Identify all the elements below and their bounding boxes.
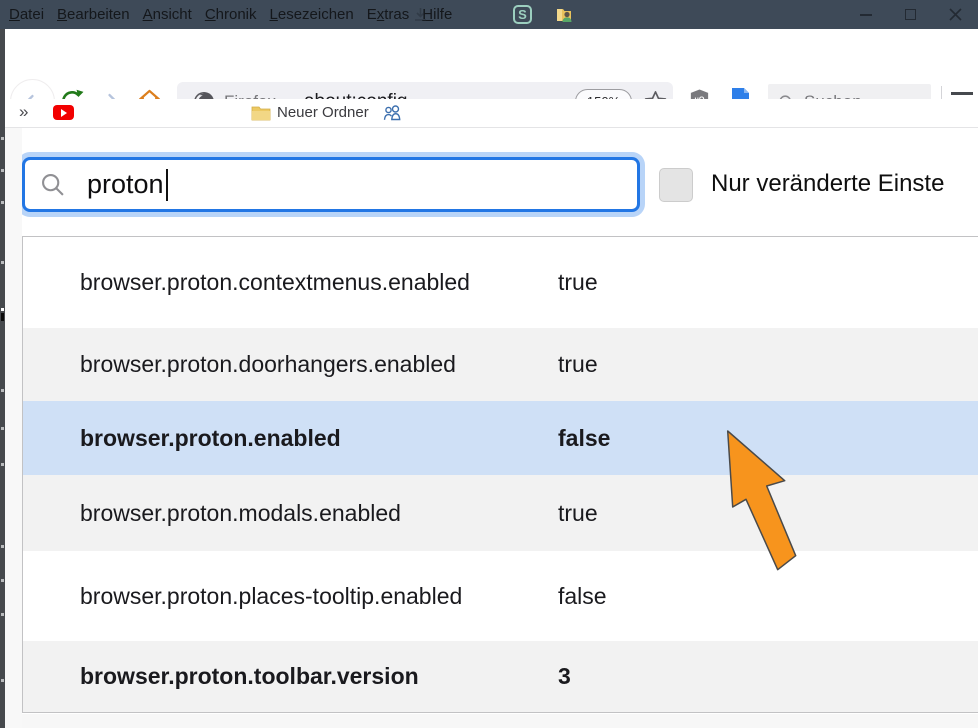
menu-extras[interactable]: Extras <box>367 6 410 23</box>
youtube-bookmark-icon[interactable] <box>53 105 74 120</box>
people-bookmark-icon[interactable] <box>381 102 404 124</box>
window-titlebar: Datei Bearbeiten Ansicht Chronik Lesezei… <box>0 0 978 29</box>
pref-value: false <box>558 425 610 452</box>
pref-value: true <box>558 269 598 296</box>
page-bottom-area <box>5 714 978 728</box>
bookmarks-toolbar: » Neuer Ordner <box>0 99 978 128</box>
config-search-value: proton <box>87 169 164 200</box>
close-button[interactable] <box>933 0 978 29</box>
bookmark-folder-icon[interactable] <box>251 104 271 121</box>
menubar: Datei Bearbeiten Ansicht Chronik Lesezei… <box>0 6 452 23</box>
pref-value: 3 <box>558 663 571 690</box>
sidebar-strip <box>0 29 5 728</box>
search-icon <box>39 171 67 199</box>
bookmarks-overflow-icon[interactable]: » <box>19 102 29 122</box>
pref-name: browser.​proton.​modals.​enabled <box>80 498 478 529</box>
pref-row-toolbar-version[interactable]: browser.​proton.​toolbar.​version 3 <box>23 641 978 712</box>
text-caret <box>166 169 168 201</box>
download-icon <box>412 6 429 23</box>
menu-datei[interactable]: Datei <box>9 6 44 23</box>
pref-name: browser.​proton.​enabled <box>80 423 478 454</box>
bookmark-folder-label[interactable]: Neuer Ordner <box>277 104 369 121</box>
config-search-input[interactable]: proton <box>22 157 640 212</box>
menu-bearbeiten[interactable]: Bearbeiten <box>57 6 130 23</box>
menu-chronik[interactable]: Chronik <box>205 6 257 23</box>
navigation-toolbar: Firefox about:config 150% uO Suchen <box>0 29 978 99</box>
preferences-table: browser.​proton.​contextmenus.​enabled t… <box>22 236 978 713</box>
pref-name: browser.​proton.​toolbar.​version <box>80 661 478 692</box>
pref-value: true <box>558 500 598 527</box>
folder-user-icon[interactable] <box>555 5 574 24</box>
maximize-button[interactable] <box>888 0 933 29</box>
pref-row-proton-enabled[interactable]: browser.​proton.​enabled false <box>23 401 978 475</box>
pref-row-modals[interactable]: browser.​proton.​modals.​enabled true <box>23 475 978 551</box>
pref-row-contextmenus[interactable]: browser.​proton.​contextmenus.​enabled t… <box>23 237 978 328</box>
pref-name: browser.​proton.​doorhangers.​enabled <box>80 349 478 380</box>
left-gutter <box>5 128 22 728</box>
show-modified-checkbox[interactable] <box>659 168 693 202</box>
pref-name: browser.​proton.​places-tooltip.​enabled <box>80 581 478 612</box>
pref-row-places-tooltip[interactable]: browser.​proton.​places-tooltip.​enabled… <box>23 551 978 641</box>
window-controls <box>843 0 978 29</box>
pref-value: false <box>558 583 607 610</box>
menu-lesezeichen[interactable]: Lesezeichen <box>270 6 354 23</box>
pref-row-doorhangers[interactable]: browser.​proton.​doorhangers.​enabled tr… <box>23 328 978 401</box>
sharex-icon[interactable]: S <box>513 5 532 24</box>
show-modified-label: Nur veränderte Einste <box>711 170 978 198</box>
pref-name: browser.​proton.​contextmenus.​enabled <box>80 267 478 298</box>
minimize-button[interactable] <box>843 0 888 29</box>
pref-value: true <box>558 351 598 378</box>
cursor-arrow-pointer <box>718 424 803 576</box>
menu-ansicht[interactable]: Ansicht <box>143 6 192 23</box>
